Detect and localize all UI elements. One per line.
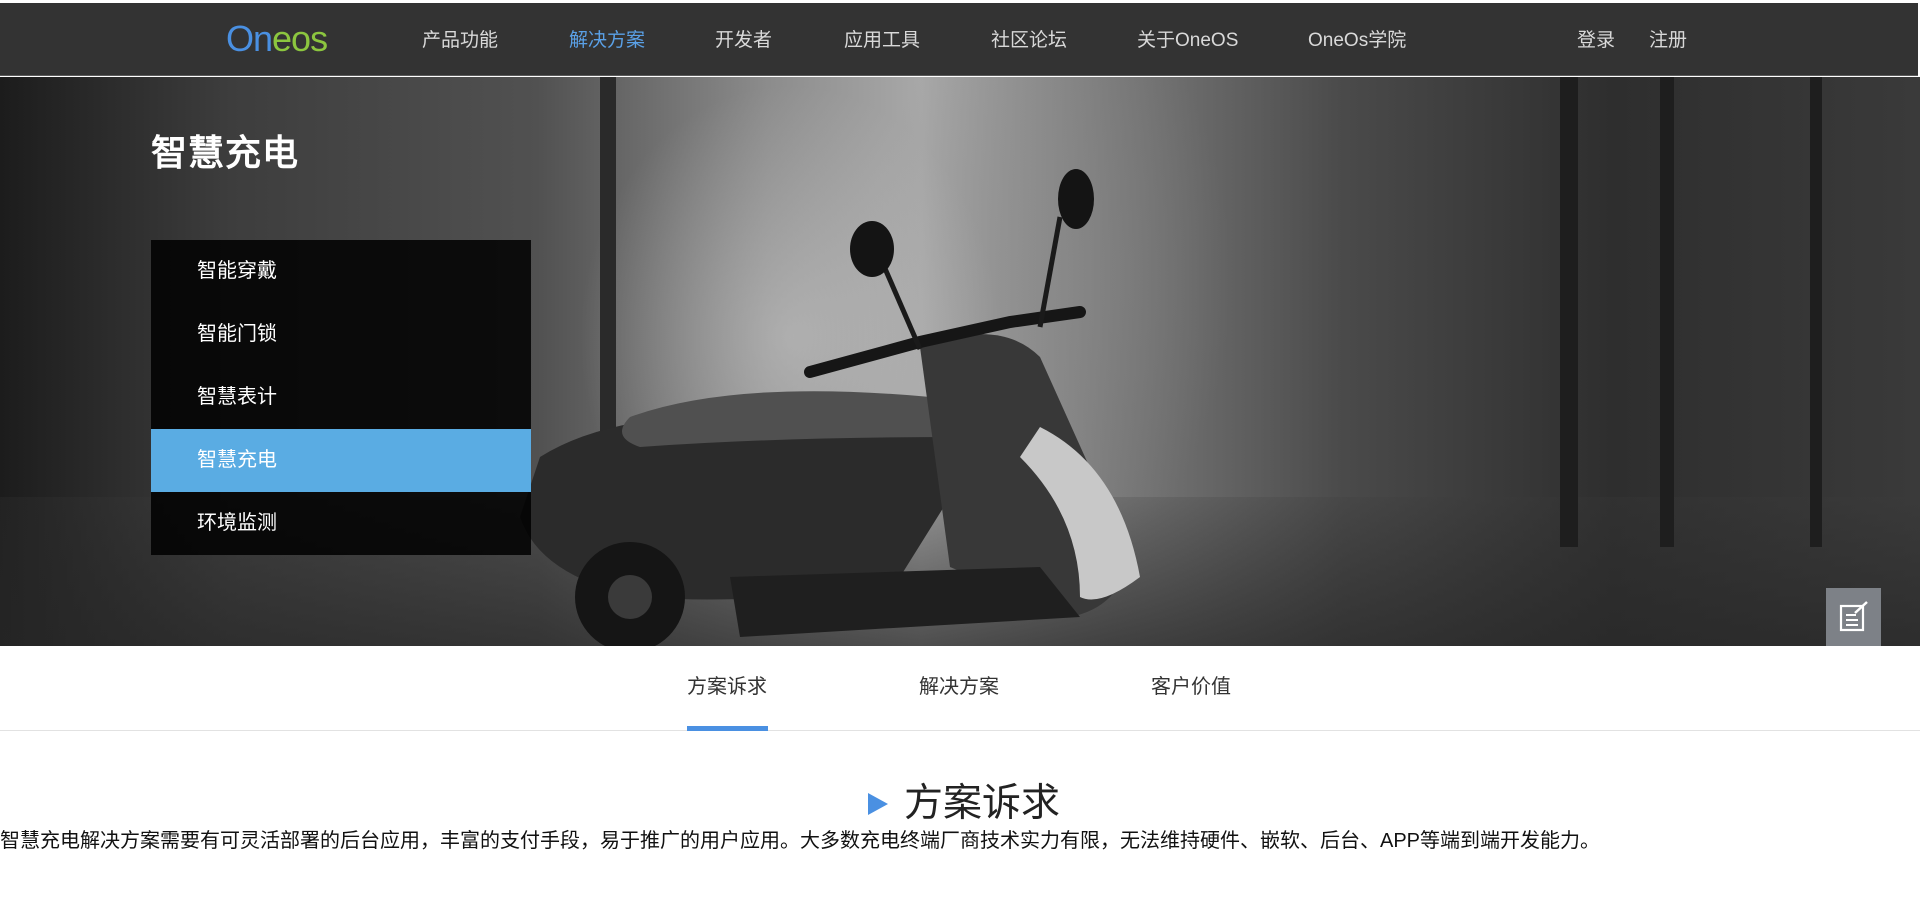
hero-tree-decoration — [1810, 77, 1822, 547]
content-tabs: 方案诉求 解决方案 客户价值 — [0, 646, 1920, 731]
top-navigation: Oneos 产品功能 解决方案 开发者 应用工具 社区论坛 关于OneOS On… — [0, 0, 1920, 77]
section-heading: 方案诉求 — [868, 781, 1060, 827]
nav-item-community-forum[interactable]: 社区论坛 — [991, 29, 1067, 53]
nav-item-developers[interactable]: 开发者 — [715, 29, 772, 53]
side-menu-item-environment-monitoring[interactable]: 环境监测 — [151, 492, 531, 555]
nav-item-oneos-academy[interactable]: OneOs学院 — [1308, 29, 1406, 53]
edit-note-button[interactable] — [1826, 588, 1881, 643]
side-menu-item-smart-lock[interactable]: 智能门锁 — [151, 303, 531, 366]
hero-tree-decoration — [1660, 77, 1674, 547]
nav-item-product-features[interactable]: 产品功能 — [422, 29, 498, 53]
hero-banner: 智慧充电 智能穿戴 智能门锁 智慧表计 智慧充电 环境监测 — [0, 77, 1920, 646]
nav-item-about-oneos[interactable]: 关于OneOS — [1137, 29, 1238, 53]
tab-customer-value[interactable]: 客户价值 — [1151, 674, 1231, 700]
logo-text-on: On — [226, 18, 273, 59]
hero-tree-decoration — [1560, 77, 1578, 547]
section-body-text: 智慧充电解决方案需要有可灵活部署的后台应用，丰富的支付手段，易于推广的用户应用。… — [0, 830, 1601, 852]
nav-item-solutions[interactable]: 解决方案 — [569, 29, 645, 53]
scooter-image — [520, 169, 1140, 646]
oneos-logo[interactable]: Oneos — [226, 18, 328, 59]
nav-item-app-tools[interactable]: 应用工具 — [844, 29, 920, 53]
side-menu-item-smart-meter[interactable]: 智慧表计 — [151, 366, 531, 429]
hero-title: 智慧充电 — [151, 132, 300, 173]
section-heading-text: 方案诉求 — [904, 782, 1061, 825]
solution-side-menu: 智能穿戴 智能门锁 智慧表计 智慧充电 环境监测 — [151, 240, 531, 555]
register-link[interactable]: 注册 — [1649, 29, 1687, 53]
tab-solution[interactable]: 解决方案 — [919, 674, 999, 700]
top-navigation-bar: Oneos 产品功能 解决方案 开发者 应用工具 社区论坛 关于OneOS On… — [0, 3, 1918, 76]
edit-note-icon — [1839, 600, 1868, 631]
tab-requirements[interactable]: 方案诉求 — [687, 674, 767, 700]
logo-text-eos: eos — [272, 18, 328, 59]
active-tab-indicator — [687, 726, 768, 731]
side-menu-item-smart-charging[interactable]: 智慧充电 — [151, 429, 531, 492]
triangle-marker-icon — [868, 793, 888, 815]
side-menu-item-smart-wearable[interactable]: 智能穿戴 — [151, 240, 531, 303]
login-link[interactable]: 登录 — [1577, 29, 1615, 53]
